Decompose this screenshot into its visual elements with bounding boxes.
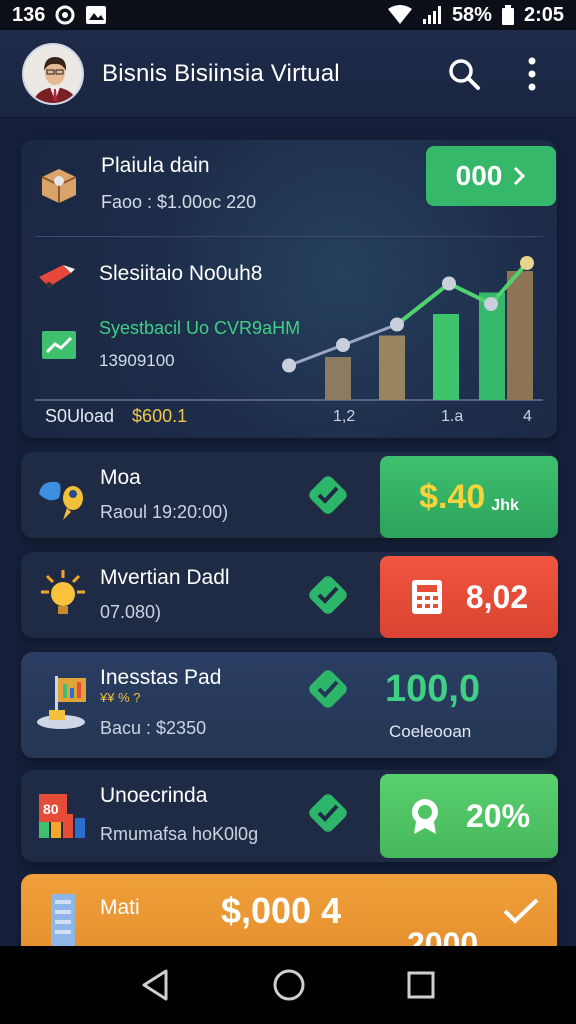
signal-icon: [422, 5, 442, 25]
card-subtitle: Bacu : $2350: [100, 718, 207, 738]
chart-point: [442, 276, 456, 291]
status-bar: 136 58% 2:05: [0, 0, 576, 30]
app-title: Bisnis Bisiinsia Virtual: [102, 59, 340, 87]
card-metric-note: Coeleooan: [389, 722, 472, 741]
chart-point: [336, 338, 350, 352]
card-metric-value: 100,0: [385, 668, 481, 710]
recents-icon[interactable]: [406, 970, 436, 1000]
badge-icon: [411, 799, 438, 834]
card-action-value: $.40: [419, 477, 486, 516]
check-icon: [309, 576, 347, 614]
card-title: Moa: [100, 466, 141, 489]
chart-bar: [379, 335, 405, 400]
card-action-button[interactable]: $.40 Jhk: [380, 456, 558, 538]
chart-bar: [433, 314, 459, 400]
card-action-note: Jhk: [491, 497, 519, 514]
home-icon[interactable]: [272, 968, 306, 1002]
calendar-icon: 80: [33, 786, 93, 846]
footer-value: $600.1: [132, 406, 188, 426]
axis-tick-1: 1,2: [333, 408, 356, 425]
check-icon: [309, 670, 347, 708]
search-button[interactable]: [442, 52, 486, 96]
list-card-2[interactable]: Mvertian Dadl 07.080) 8,02: [21, 552, 558, 638]
more-options-button[interactable]: [510, 52, 554, 96]
card-subtitle: 07.080): [100, 602, 162, 622]
list-card-3[interactable]: Inesstas Pad ¥¥ % ? Bacu : $2350 100,0 C…: [21, 652, 557, 758]
battery-icon: [501, 5, 514, 25]
axis-tick-2: 1.a: [441, 408, 464, 425]
status-time-left: 136: [12, 3, 46, 26]
card-title: Inesstas Pad: [100, 666, 222, 689]
status-time: 2:05: [523, 3, 564, 26]
image-icon: [85, 5, 107, 25]
back-icon[interactable]: [140, 968, 172, 1002]
card-action-button[interactable]: 20%: [380, 774, 558, 858]
notification-icon: [55, 5, 75, 25]
card-value: $,000 4: [221, 890, 342, 931]
chart-bar: [325, 357, 351, 400]
axis-tick-3: 4: [523, 408, 532, 425]
card-action-value: 8,02: [465, 578, 529, 615]
lightbulb-icon: [33, 566, 93, 626]
chart-bar: [507, 271, 533, 400]
search-icon: [449, 58, 480, 90]
check-icon: [503, 898, 539, 924]
avatar[interactable]: [22, 42, 84, 105]
calculator-icon: [411, 580, 442, 614]
check-icon: [309, 476, 347, 514]
app-bar: Bisnis Bisiinsia Virtual: [0, 30, 576, 118]
check-icon: [309, 794, 347, 832]
more-vert-icon: [528, 57, 536, 90]
list-card-1[interactable]: Moa Raoul 19:20:00) $.40 Jhk: [21, 452, 558, 538]
list-card-4[interactable]: 80 Unoecrinda Rmumafsa hoK0l0g 20%: [21, 770, 558, 862]
card-partial-value: 2000: [407, 926, 479, 946]
truck-icon: [35, 252, 79, 296]
main-content: Plaiula dain Faoo : $1.00oc 220 000 Sles…: [0, 118, 576, 946]
card-title: Mati: [100, 896, 140, 919]
chart-icon: [37, 323, 81, 367]
overview-card[interactable]: Plaiula dain Faoo : $1.00oc 220 000 Sles…: [21, 140, 557, 438]
chart-point: [390, 317, 404, 332]
card-title: Mvertian Dadl: [100, 566, 230, 589]
card-subtitle-small: ¥¥ % ?: [100, 690, 141, 705]
battery-percent: 58%: [451, 3, 492, 26]
wifi-icon: [387, 5, 412, 25]
building-icon: [33, 890, 93, 946]
tag-icon: [33, 466, 93, 526]
card-title: Unoecrinda: [100, 784, 208, 807]
presentation-icon: [33, 670, 93, 730]
card-subtitle: Rmumafsa hoK0l0g: [100, 824, 259, 844]
system-navigation-bar: [0, 946, 576, 1024]
row3-label: Syestbacil Uo CVR9aHM: [99, 318, 301, 338]
card-action-value: 20%: [465, 797, 531, 834]
chart-point: [484, 297, 498, 311]
svg-text:80: 80: [43, 801, 59, 817]
card-action-button[interactable]: 8,02: [380, 556, 558, 638]
footer-label: S0Uload: [45, 406, 115, 426]
list-card-5[interactable]: Mati $,000 4 2000: [21, 874, 557, 946]
row2-label: Slesiitaio No0uh8: [99, 262, 263, 285]
row3-value: 13909100: [99, 351, 175, 370]
card-subtitle: Raoul 19:20:00): [100, 502, 229, 522]
chart-point: [520, 256, 534, 270]
